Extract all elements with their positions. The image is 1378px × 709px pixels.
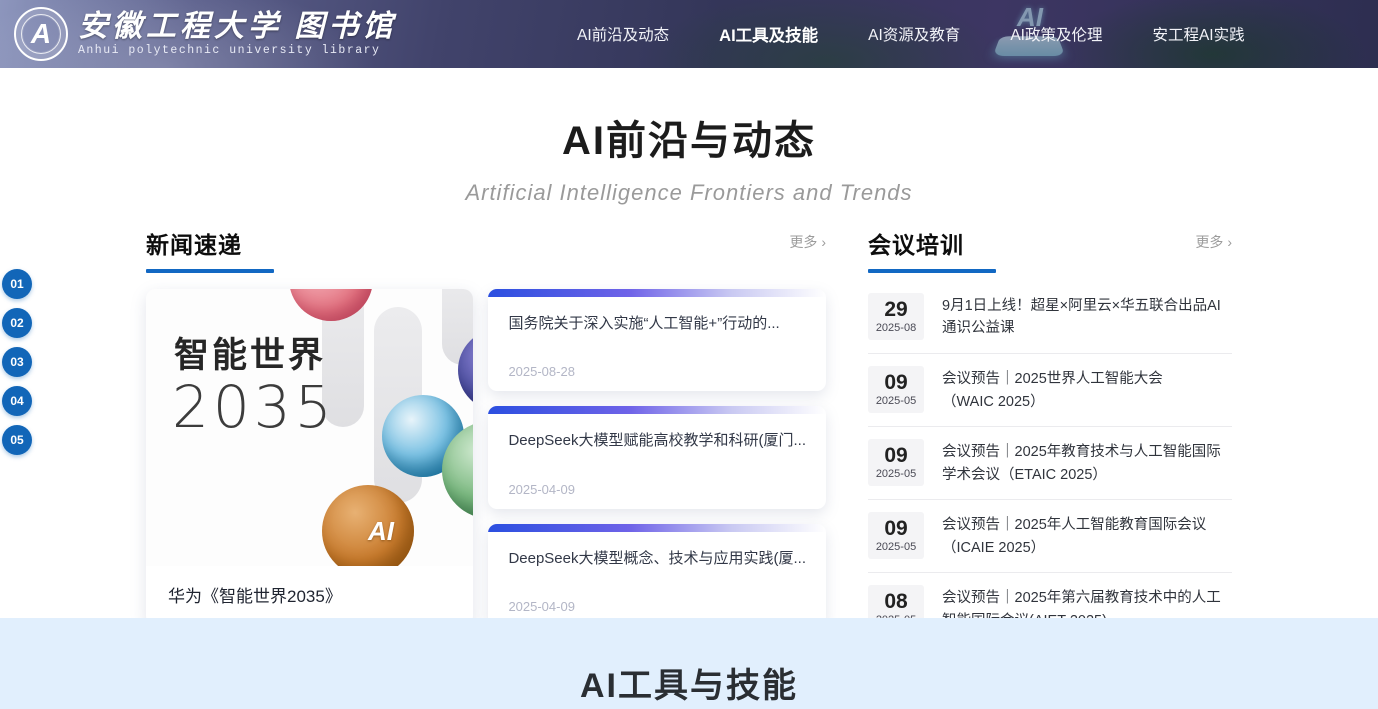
conference-month: 2025-08 bbox=[868, 322, 924, 334]
conference-list: 29 2025-08 9月1日上线！超星×阿里云×华五联合出品AI通识公益课 0… bbox=[868, 289, 1232, 646]
news-section-head: 新闻速递 更多 › bbox=[146, 226, 826, 273]
nav-item-ai-tools[interactable]: AI工具及技能 bbox=[717, 16, 820, 52]
conference-date-badge: 09 2025-05 bbox=[868, 439, 924, 486]
news-card[interactable]: DeepSeek大模型赋能高校教学和科研(厦门... 2025-04-09 bbox=[488, 406, 826, 508]
side-pager: 01 02 03 04 05 bbox=[2, 269, 32, 455]
news-card-accent-bar bbox=[488, 406, 826, 414]
featured-image-title-cn: 智能世界 bbox=[174, 327, 326, 378]
logo-title-en: Anhui polytechnic university library bbox=[78, 44, 396, 57]
conference-item[interactable]: 09 2025-05 会议预告｜2025年教育技术与人工智能国际学术会议（ETA… bbox=[868, 427, 1232, 500]
main-content: 新闻速递 更多 › AI 智 bbox=[146, 218, 1232, 646]
conference-item[interactable]: 29 2025-08 9月1日上线！超星×阿里云×华五联合出品AI通识公益课 bbox=[868, 289, 1232, 354]
conference-date-badge: 09 2025-05 bbox=[868, 512, 924, 559]
nav-item-ai-policy[interactable]: AI政策及伦理 bbox=[1008, 17, 1104, 51]
news-card-title: DeepSeek大模型概念、技术与应用实践(厦... bbox=[488, 532, 826, 570]
news-card-accent-bar bbox=[488, 289, 826, 297]
page: A 安徽工程大学 图书馆 Anhui polytechnic universit… bbox=[0, 0, 1378, 709]
conference-item[interactable]: 09 2025-05 会议预告｜2025世界人工智能大会 （WAIC 2025） bbox=[868, 354, 1232, 427]
conference-section-title: 会议培训 bbox=[868, 226, 996, 273]
news-card-date: 2025-08-28 bbox=[508, 364, 575, 379]
news-card[interactable]: DeepSeek大模型概念、技术与应用实践(厦... 2025-04-09 bbox=[488, 524, 826, 626]
logo-text-block: 安徽工程大学 图书馆 Anhui polytechnic university … bbox=[78, 11, 396, 58]
conference-day: 08 bbox=[868, 590, 924, 613]
news-list: 国务院关于深入实施“人工智能+”行动的... 2025-08-28 DeepSe… bbox=[488, 289, 826, 626]
conference-title: 会议预告｜2025世界人工智能大会 （WAIC 2025） bbox=[942, 366, 1163, 413]
conference-month: 2025-05 bbox=[868, 468, 924, 480]
pager-dot-04[interactable]: 04 bbox=[2, 386, 32, 416]
news-card-title: DeepSeek大模型赋能高校教学和科研(厦门... bbox=[488, 414, 826, 452]
main-nav: AI前沿及动态 AI工具及技能 AI资源及教育 AI政策及伦理 安工程AI实践 bbox=[575, 0, 1247, 68]
conference-title: 9月1日上线！超星×阿里云×华五联合出品AI通识公益课 bbox=[942, 293, 1232, 340]
conference-month: 2025-05 bbox=[868, 395, 924, 407]
featured-news-image: AI 智能世界 2035 bbox=[146, 289, 473, 566]
featured-image-title-year: 2035 bbox=[172, 373, 336, 441]
news-card[interactable]: 国务院关于深入实施“人工智能+”行动的... 2025-08-28 bbox=[488, 289, 826, 391]
conference-day: 09 bbox=[868, 371, 924, 394]
pager-dot-02[interactable]: 02 bbox=[2, 308, 32, 338]
pager-dot-01[interactable]: 01 bbox=[2, 269, 32, 299]
pager-dot-05[interactable]: 05 bbox=[2, 425, 32, 455]
news-more-link[interactable]: 更多 › bbox=[789, 232, 826, 252]
news-card-title: 国务院关于深入实施“人工智能+”行动的... bbox=[488, 297, 826, 335]
conference-item[interactable]: 09 2025-05 会议预告｜2025年人工智能教育国际会议 （ICAIE 2… bbox=[868, 500, 1232, 573]
library-logo[interactable]: A 安徽工程大学 图书馆 Anhui polytechnic universit… bbox=[0, 7, 396, 61]
nav-item-ai-practice[interactable]: 安工程AI实践 bbox=[1150, 17, 1246, 51]
ai-tools-section: AI工具与技能 bbox=[0, 618, 1378, 709]
conference-title: 会议预告｜2025年教育技术与人工智能国际学术会议（ETAIC 2025） bbox=[942, 439, 1232, 486]
pager-dot-03[interactable]: 03 bbox=[2, 347, 32, 377]
news-card-date: 2025-04-09 bbox=[508, 482, 575, 497]
conference-day: 29 bbox=[868, 298, 924, 321]
logo-title-cn: 安徽工程大学 图书馆 bbox=[78, 11, 396, 43]
conference-date-badge: 29 2025-08 bbox=[868, 293, 924, 340]
page-subtitle: Artificial Intelligence Frontiers and Tr… bbox=[0, 180, 1378, 206]
nav-item-ai-frontiers[interactable]: AI前沿及动态 bbox=[575, 17, 671, 51]
conference-title: 会议预告｜2025年人工智能教育国际会议 （ICAIE 2025） bbox=[942, 512, 1206, 559]
featured-news-caption: 华为《智能世界2035》 bbox=[146, 566, 473, 623]
featured-news-card[interactable]: AI 智能世界 2035 华为《智能世界2035》 bbox=[146, 289, 473, 626]
ai-tools-section-title: AI工具与技能 bbox=[0, 658, 1378, 707]
sphere-ai-label: AI bbox=[368, 516, 394, 547]
news-card-date: 2025-04-09 bbox=[508, 599, 575, 614]
conference-more-link[interactable]: 更多 › bbox=[1195, 232, 1232, 252]
hero: AI前沿与动态 Artificial Intelligence Frontier… bbox=[0, 68, 1378, 218]
news-section: 新闻速递 更多 › AI 智 bbox=[146, 226, 826, 646]
conference-month: 2025-05 bbox=[868, 541, 924, 553]
news-card-accent-bar bbox=[488, 524, 826, 532]
news-section-title: 新闻速递 bbox=[146, 226, 274, 273]
conference-section: 会议培训 更多 › 29 2025-08 9月1日上线！超星×阿里云×华五联合出… bbox=[868, 226, 1232, 646]
conference-day: 09 bbox=[868, 517, 924, 540]
conference-section-head: 会议培训 更多 › bbox=[868, 226, 1232, 273]
news-body: AI 智能世界 2035 华为《智能世界2035》 国务院关于深入实施“人工智能… bbox=[146, 289, 826, 626]
page-title: AI前沿与动态 bbox=[0, 108, 1378, 166]
conference-date-badge: 09 2025-05 bbox=[868, 366, 924, 413]
nav-item-ai-resources[interactable]: AI资源及教育 bbox=[866, 17, 962, 51]
header: A 安徽工程大学 图书馆 Anhui polytechnic universit… bbox=[0, 0, 1378, 68]
conference-day: 09 bbox=[868, 444, 924, 467]
university-seal-icon: A bbox=[14, 7, 68, 61]
seal-letter: A bbox=[31, 20, 51, 48]
decor-sphere-ai: AI bbox=[322, 485, 414, 566]
